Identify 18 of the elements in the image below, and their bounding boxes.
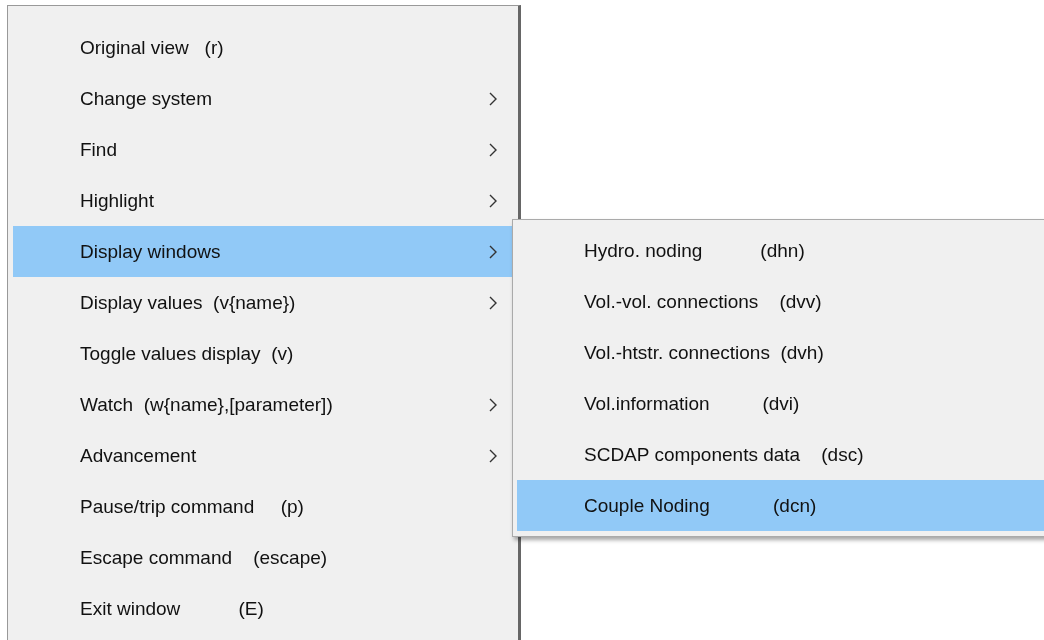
menu-item[interactable]: Vol.-vol. connections (dvv) <box>517 276 1044 327</box>
menu-item[interactable]: Display windows <box>13 226 512 277</box>
menu-item[interactable]: Advancement <box>13 430 512 481</box>
menu-item[interactable]: Escape command (escape) <box>13 532 512 583</box>
menu-item[interactable]: Highlight <box>13 175 512 226</box>
menu-item[interactable]: Couple Noding (dcn) <box>517 480 1044 531</box>
menu-item[interactable]: Watch (w{name},[parameter]) <box>13 379 512 430</box>
menu-item[interactable]: Toggle values display (v) <box>13 328 512 379</box>
menu-item[interactable]: Hydro. noding (dhn) <box>517 225 1044 276</box>
menu-item[interactable]: Original view (r) <box>13 22 512 73</box>
menu-item[interactable]: SCDAP components data (dsc) <box>517 429 1044 480</box>
menu-item[interactable]: Vol.-htstr. connections (dvh) <box>517 327 1044 378</box>
menu-item[interactable]: Vol.information (dvi) <box>517 378 1044 429</box>
menu-item[interactable]: Exit window (E) <box>13 583 512 634</box>
menu-item[interactable]: Find <box>13 124 512 175</box>
menu-item[interactable]: Pause/trip command (p) <box>13 481 512 532</box>
menu-item[interactable]: Change system <box>13 73 512 124</box>
menu-item[interactable]: Display values (v{name}) <box>13 277 512 328</box>
